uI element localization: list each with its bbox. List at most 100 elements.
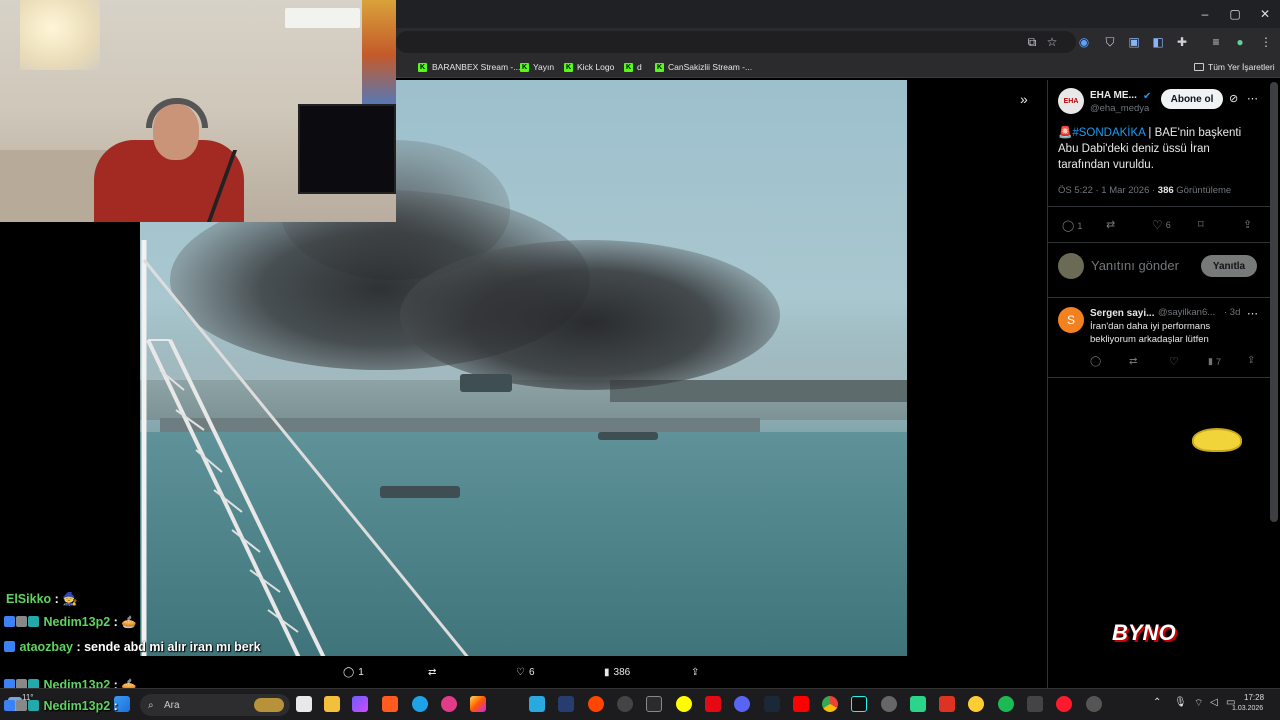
grok-icon[interactable]: ⊘	[1229, 91, 1238, 107]
reply-like-button[interactable]: ♡	[1169, 355, 1179, 368]
collapse-panel-icon[interactable]: »	[1020, 91, 1028, 107]
chat-colon: :	[110, 699, 118, 713]
app-icon[interactable]	[939, 696, 955, 712]
all-bookmarks[interactable]: Tüm Yer İşaretleri	[1194, 60, 1275, 74]
discord-icon[interactable]	[734, 696, 750, 712]
reply-author-handle[interactable]: @sayilkan6...	[1158, 307, 1215, 318]
reply-repost-button[interactable]: ⇄	[1129, 356, 1137, 367]
chrome-icon[interactable]	[822, 696, 838, 712]
tiktok-icon[interactable]	[851, 696, 867, 712]
bookmark-label: CanSakizlii Stream -...	[668, 62, 753, 72]
minimize-button[interactable]: –	[1190, 0, 1220, 28]
media-player-icon[interactable]	[441, 696, 457, 712]
clock-time[interactable]: 17:28	[1244, 693, 1264, 702]
telegram-icon[interactable]	[529, 696, 545, 712]
volume-icon[interactable]: ◁	[1210, 697, 1218, 708]
wifi-icon[interactable]: ⌔	[1194, 697, 1203, 710]
more-options-icon[interactable]: ⋯	[1247, 91, 1258, 107]
reply-author-avatar[interactable]: S	[1058, 307, 1084, 333]
follow-button[interactable]: Abone ol	[1161, 89, 1223, 109]
media-repost-button[interactable]: ⇄	[428, 664, 436, 680]
instagram-icon[interactable]	[470, 696, 486, 712]
netflix-icon[interactable]	[705, 696, 721, 712]
maximize-button[interactable]: ▢	[1220, 0, 1250, 28]
heart-icon: ♡	[1152, 218, 1163, 232]
app-icon[interactable]	[1027, 696, 1043, 712]
task-view-icon[interactable]	[296, 696, 312, 712]
app-icon[interactable]	[910, 696, 926, 712]
extension-badge-icon[interactable]: ▣	[1126, 34, 1142, 50]
tweet-text: 🚨#SONDAKİKA | BAE'nin başkenti Abu Dabi'…	[1058, 125, 1263, 173]
tweet-timestamp[interactable]: ÖS 5:22 · 1 Mar 2026 ·	[1058, 185, 1158, 196]
bookmark-baranbex[interactable]: BARANBEX Stream -...	[396, 60, 520, 74]
app-icon[interactable]	[881, 696, 897, 712]
bookmark-yayin[interactable]: K Yayın	[520, 60, 554, 74]
microphone-icon[interactable]: 🎙	[1174, 697, 1187, 708]
snapchat-icon[interactable]	[676, 696, 692, 712]
close-button[interactable]: ✕	[1250, 0, 1280, 28]
reply-views-button[interactable]: ▮ 7	[1208, 356, 1221, 367]
brave-icon[interactable]	[382, 696, 398, 712]
app-icon[interactable]	[558, 696, 574, 712]
file-explorer-icon[interactable]	[324, 696, 340, 712]
media-like-button[interactable]: ♡ 6	[516, 664, 535, 680]
reddit-icon[interactable]	[588, 696, 604, 712]
reply-submit-button[interactable]: Yanıtla	[1201, 255, 1257, 277]
headset	[146, 98, 208, 128]
reply-icon: ◯	[1090, 356, 1102, 367]
shield-icon[interactable]: ⛉	[1102, 34, 1118, 50]
steam-icon[interactable]	[764, 696, 780, 712]
speedtest-icon[interactable]	[617, 696, 633, 712]
all-bookmarks-label: Tüm Yer İşaretleri	[1208, 62, 1275, 72]
repost-button[interactable]: ⇄	[1106, 218, 1115, 231]
reply-views-count: 7	[1215, 356, 1221, 367]
search-icon: ⌕	[148, 699, 154, 711]
tweet-views-count: 386	[1157, 185, 1174, 196]
tray-chevron-icon[interactable]: ⌃	[1153, 697, 1161, 708]
epic-games-icon[interactable]	[646, 696, 662, 712]
yandex-icon[interactable]	[968, 696, 984, 712]
tabs-extension-icon[interactable]: ◧	[1150, 34, 1166, 50]
chat-message: Nedim13p2 : 🥧	[4, 615, 137, 630]
reply-reply-button[interactable]: ◯	[1090, 356, 1101, 367]
install-app-icon[interactable]: ⧉	[1024, 34, 1040, 50]
author-name[interactable]: EHA ME...	[1090, 88, 1137, 104]
opera-icon[interactable]	[1056, 696, 1072, 712]
profile-avatar-icon[interactable]: ●	[1232, 34, 1248, 50]
extensions-puzzle-icon[interactable]: ✚	[1174, 34, 1190, 50]
edge-icon[interactable]	[412, 696, 428, 712]
like-button[interactable]: ♡ 6	[1152, 218, 1171, 232]
chat-colon: :	[110, 615, 122, 629]
reading-list-icon[interactable]: ≡	[1208, 34, 1224, 50]
author-avatar[interactable]: EHA	[1058, 88, 1084, 114]
reply-button[interactable]: ◯ 1	[1062, 219, 1082, 232]
browser-menu-icon[interactable]: ⋮	[1258, 34, 1274, 50]
bookmark-cansakizlii[interactable]: K CanSakizlii Stream -...	[655, 60, 752, 74]
copilot-icon[interactable]	[352, 696, 368, 712]
reply-more-icon[interactable]: ⋯	[1247, 306, 1258, 322]
media-reply-button[interactable]: ◯ 1	[343, 664, 364, 680]
tweet-hashtag[interactable]: #SONDAKİKA	[1072, 127, 1145, 139]
bookmark-kick-logo[interactable]: K Kick Logo	[564, 60, 614, 74]
air-conditioner	[285, 8, 360, 28]
bookmark-d[interactable]: Kd	[624, 60, 642, 74]
settings-icon[interactable]	[1086, 696, 1102, 712]
media-views-button[interactable]: ▮ 386	[604, 664, 630, 680]
taskbar-search[interactable]: ⌕ Ara	[140, 694, 290, 716]
read-aloud-icon[interactable]: ◉	[1076, 34, 1092, 50]
address-bar[interactable]	[396, 31, 1076, 53]
reply-input[interactable]: Yanıtını gönder	[1091, 258, 1179, 274]
badge-icon	[28, 616, 39, 627]
reply-share-button[interactable]: ⇪	[1247, 355, 1255, 366]
spotify-icon[interactable]	[998, 696, 1014, 712]
panel-scrollbar[interactable]	[1270, 82, 1278, 522]
bookmark-button[interactable]: ⌑	[1198, 218, 1204, 231]
author-handle[interactable]: @eha_medya	[1090, 103, 1149, 114]
chat-username: ataozbay	[19, 640, 73, 654]
share-button[interactable]: ⇪	[1243, 218, 1252, 231]
badge-icon	[4, 641, 15, 652]
bookmark-star-icon[interactable]: ☆	[1044, 34, 1060, 50]
media-share-button[interactable]: ⇪	[691, 664, 699, 680]
clock-date[interactable]: 1.03.2026	[1232, 705, 1263, 712]
youtube-icon[interactable]	[793, 696, 809, 712]
